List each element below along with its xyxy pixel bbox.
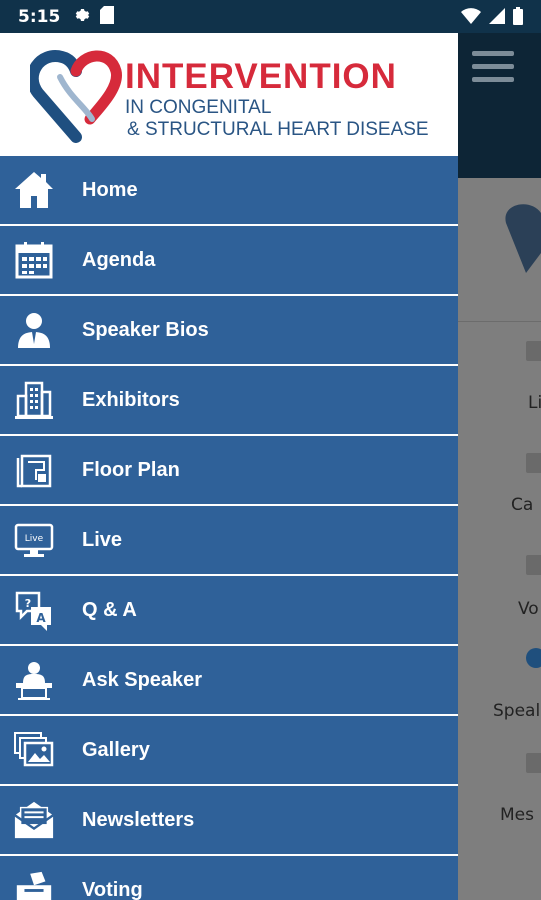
background-item-icon (526, 648, 541, 668)
menu-item-label: Home (82, 178, 138, 201)
menu-item-floor-plan[interactable]: Floor Plan (0, 436, 458, 506)
menu-item-label: Floor Plan (82, 458, 180, 481)
newsletter-icon (13, 799, 55, 841)
sd-card-icon (100, 5, 115, 28)
menu-item-label: Agenda (82, 248, 156, 271)
navigation-drawer: INTERVENTION IN CONGENITAL & STRUCTURAL … (0, 33, 458, 900)
background-item-label[interactable]: Ca (511, 495, 541, 515)
status-time: 5:15 (18, 6, 61, 27)
qa-icon: ? A (13, 589, 55, 631)
live-monitor-icon: Live (13, 519, 55, 561)
background-item-label[interactable]: Speal (493, 701, 541, 721)
logo-subtitle-1: IN CONGENITAL (125, 97, 272, 118)
menu-item-exhibitors[interactable]: Exhibitors (0, 366, 458, 436)
logo-text: INTERVENTION IN CONGENITAL & STRUCTURAL … (125, 57, 429, 141)
menu-item-agenda[interactable]: Agenda (0, 226, 458, 296)
status-bar: 5:15 (0, 0, 541, 33)
gallery-icon (13, 729, 55, 771)
drawer-header: INTERVENTION IN CONGENITAL & STRUCTURAL … (0, 33, 458, 156)
background-item-icon (526, 341, 541, 361)
logo-title: INTERVENTION (125, 57, 397, 96)
voting-icon (13, 869, 55, 900)
qa-icon-text: A (36, 611, 46, 625)
menu-item-label: Voting (82, 878, 143, 900)
menu-item-live[interactable]: Live Live (0, 506, 458, 576)
menu-item-ask-speaker[interactable]: Ask Speaker (0, 646, 458, 716)
menu-item-qa[interactable]: ? A Q & A (0, 576, 458, 646)
wifi-icon (461, 8, 481, 28)
svg-text:?: ? (25, 597, 31, 610)
logo-subtitle-2: & STRUCTURAL HEART DISEASE (127, 119, 429, 140)
menu-item-voting[interactable]: Voting (0, 856, 458, 900)
menu-item-label: Live (82, 528, 123, 551)
calendar-icon (13, 239, 55, 281)
hamburger-menu-icon[interactable] (472, 51, 514, 90)
menu-item-label: Q & A (82, 598, 137, 621)
building-icon (13, 379, 55, 421)
menu-item-label: Exhibitors (82, 388, 180, 411)
background-item-icon (526, 555, 541, 575)
menu-item-label: Speaker Bios (82, 318, 209, 341)
menu-item-label: Ask Speaker (82, 668, 203, 691)
background-divider (458, 321, 541, 322)
menu-item-gallery[interactable]: Gallery (0, 716, 458, 786)
speaker-icon (13, 309, 55, 351)
background-item-label[interactable]: Vo (518, 599, 541, 619)
battery-icon (513, 7, 523, 29)
menu-item-speaker-bios[interactable]: Speaker Bios (0, 296, 458, 366)
signal-icon (489, 8, 505, 28)
menu-item-newsletters[interactable]: Newsletters (0, 786, 458, 856)
background-item-icon (526, 453, 541, 473)
background-app[interactable]: Li Ca Vo Speal Mes (458, 33, 541, 900)
heart-logo-icon (26, 47, 122, 147)
background-item-label[interactable]: Li (528, 393, 541, 413)
floor-plan-icon (13, 449, 55, 491)
background-item-icon (526, 753, 541, 773)
background-logo (496, 193, 541, 283)
menu-item-label: Newsletters (82, 808, 195, 831)
gear-icon (72, 6, 90, 28)
drawer-menu: Home Agenda Speaker Bios Exhibitors Floo… (0, 156, 458, 900)
background-item-label[interactable]: Mes (500, 805, 541, 825)
menu-item-label: Gallery (82, 738, 150, 761)
live-icon-text: Live (25, 534, 44, 544)
home-icon (13, 169, 55, 211)
podium-icon (13, 659, 55, 701)
menu-item-home[interactable]: Home (0, 156, 458, 226)
